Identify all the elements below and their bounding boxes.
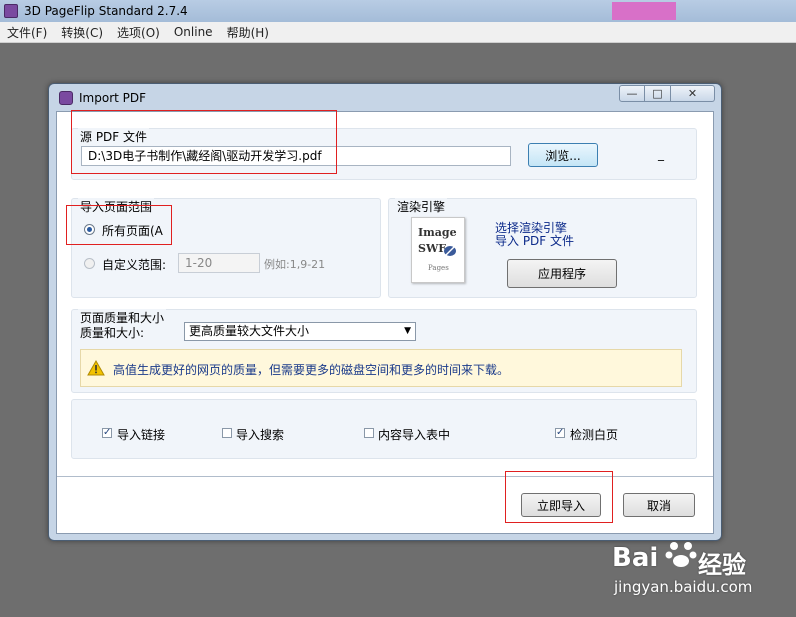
- menu-options[interactable]: 选项(O): [110, 24, 167, 41]
- browse-button[interactable]: 浏览...: [528, 143, 598, 167]
- menu-help[interactable]: 帮助(H): [220, 24, 276, 41]
- render-engine-label: 渲染引擎: [395, 198, 448, 215]
- toc-import-checkbox[interactable]: [364, 428, 374, 438]
- options-group: ✓ 导入链接 导入搜索 内容导入表中 ✓ 检测白页: [71, 399, 697, 459]
- highlight-source-pdf: [71, 110, 337, 174]
- custom-range-radio[interactable]: [84, 258, 95, 269]
- app-logo-icon: [4, 4, 18, 18]
- watermark-brand-2: 经验: [698, 551, 746, 579]
- highlight-all-pages: [66, 205, 172, 245]
- render-engine-group: 渲染引擎 Image SWF Pages 选择渲染引擎 导入 PDF 文件 应用…: [388, 198, 697, 298]
- image-swf-pages-icon: Image SWF Pages: [411, 217, 465, 283]
- highlight-import-now: [505, 471, 613, 523]
- custom-range-input[interactable]: 1-20: [178, 253, 260, 273]
- minimize-button[interactable]: —: [619, 85, 645, 102]
- detect-blank-label[interactable]: 检测白页: [570, 426, 618, 443]
- close-button[interactable]: ✕: [671, 85, 715, 102]
- range-example-text: 例如:1,9-21: [264, 258, 326, 271]
- maximize-button[interactable]: □: [645, 85, 671, 102]
- taskbar-blur: [612, 2, 676, 20]
- apply-button[interactable]: 应用程序: [507, 259, 617, 288]
- detect-blank-checkbox[interactable]: ✓: [555, 428, 565, 438]
- feather-icon: [443, 244, 457, 258]
- import-links-label[interactable]: 导入链接: [117, 426, 165, 443]
- warning-icon: [87, 360, 105, 376]
- watermark-url: jingyan.baidu.com: [614, 578, 753, 596]
- menu-file[interactable]: 文件(F): [0, 24, 54, 41]
- menu-convert[interactable]: 转换(C): [54, 24, 110, 41]
- window-controls: — □ ✕: [619, 85, 715, 102]
- toc-import-label[interactable]: 内容导入表中: [378, 426, 450, 443]
- quality-selected-value: 更高质量较大文件大小: [189, 324, 310, 338]
- app-title: 3D PageFlip Standard 2.7.4: [24, 4, 188, 18]
- import-links-checkbox[interactable]: ✓: [102, 428, 112, 438]
- footer-divider: [57, 476, 713, 477]
- menu-online[interactable]: Online: [167, 25, 220, 39]
- quality-warning-text: 高值生成更好的网页的质量，但需要更多的磁盘空间和更多的时间来下载。: [113, 363, 510, 377]
- import-pdf-file-link[interactable]: 导入 PDF 文件: [495, 232, 574, 249]
- dialog-title: Import PDF: [79, 90, 147, 105]
- quality-select[interactable]: 更高质量较大文件大小 ▼: [184, 322, 416, 341]
- watermark-brand: Bai: [612, 543, 659, 573]
- quality-warning: 高值生成更好的网页的质量，但需要更多的磁盘空间和更多的时间来下载。: [80, 349, 682, 387]
- app-title-bar: 3D PageFlip Standard 2.7.4: [0, 0, 796, 22]
- chevron-down-icon: ▼: [404, 326, 411, 336]
- menu-bar: 文件(F) 转换(C) 选项(O) Online 帮助(H): [0, 22, 796, 43]
- custom-range-label[interactable]: 自定义范围:: [102, 256, 166, 273]
- dialog-client-area: 源 PDF 文件 D:\3D电子书制作\藏经阁\驱动开发学习.pdf 浏览...…: [56, 111, 714, 534]
- cancel-button[interactable]: 取消: [623, 493, 695, 517]
- paw-icon: [665, 542, 697, 567]
- dialog-app-icon: [59, 90, 73, 105]
- dash-mark: _: [658, 147, 664, 161]
- dialog-title-bar[interactable]: Import PDF — □ ✕: [49, 84, 721, 111]
- quality-group: 页面质量和大小 质量和大小: 更高质量较大文件大小 ▼ 高值生成更好的网页的质量…: [71, 309, 697, 393]
- quality-field-label: 质量和大小:: [80, 326, 145, 340]
- import-search-checkbox[interactable]: [222, 428, 232, 438]
- import-search-label[interactable]: 导入搜索: [236, 426, 284, 443]
